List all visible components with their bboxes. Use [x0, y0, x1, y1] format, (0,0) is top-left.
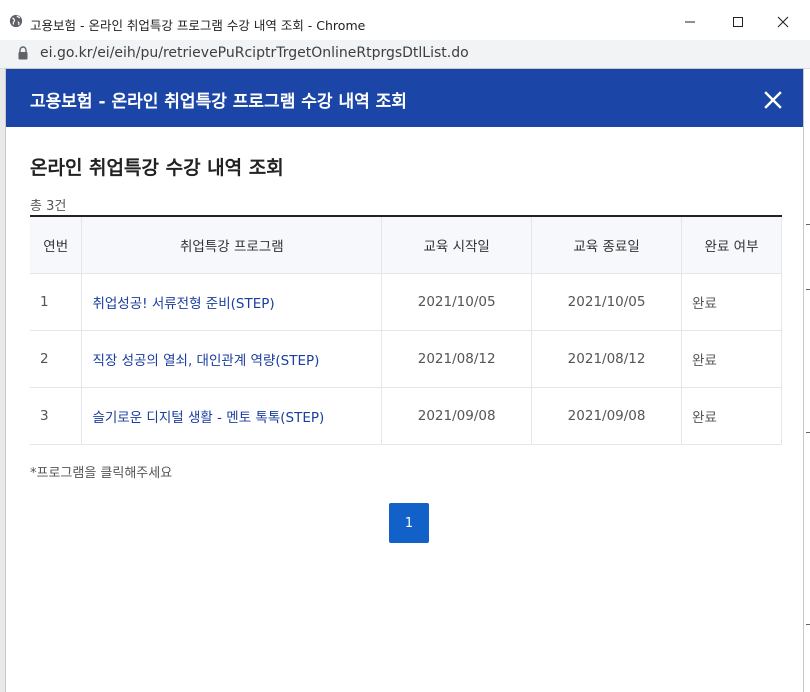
underlying-page-edge: [803, 69, 810, 692]
completion-status: 완료: [681, 273, 782, 331]
header-start-date: 교육 시작일: [381, 216, 532, 274]
header-no: 연번: [30, 216, 82, 274]
edge-mark: [806, 624, 810, 625]
url-text[interactable]: ei.go.kr/ei/eih/pu/retrievePuRciptrTrget…: [40, 45, 469, 61]
header-program: 취업특강 프로그램: [81, 216, 382, 274]
table-header-row: 연번 취업특강 프로그램 교육 시작일 교육 종료일 완료 여부: [30, 216, 782, 274]
edge-mark: [806, 289, 810, 290]
program-cell: 취업성공! 서류전형 준비(STEP): [81, 273, 382, 331]
start-date: 2021/10/05: [381, 273, 532, 331]
enrollment-table: 연번 취업특강 프로그램 교육 시작일 교육 종료일 완료 여부 1 취업성공!…: [30, 215, 782, 445]
window-close-button[interactable]: [769, 10, 797, 34]
browser-titlebar: 고용보험 - 온라인 취업특강 프로그램 수강 내역 조회 - Chrome: [0, 0, 810, 40]
program-cell: 직장 성공의 열쇠, 대인관계 역량(STEP): [81, 330, 382, 388]
edge-mark: [806, 224, 810, 225]
globe-icon: [9, 14, 23, 28]
end-date: 2021/10/05: [531, 273, 682, 331]
row-number: 1: [30, 273, 82, 331]
maximize-icon: [733, 17, 743, 27]
lock-icon: [18, 46, 28, 60]
row-number: 3: [30, 387, 82, 445]
close-icon: [777, 16, 789, 28]
hint-text: *프로그램을 클릭해주세요: [30, 466, 173, 481]
minimize-button[interactable]: [676, 10, 704, 34]
header-end-date: 교육 종료일: [531, 216, 682, 274]
minimize-icon: [685, 21, 695, 23]
program-cell: 슬기로운 디지털 생활 - 멘토 톡톡(STEP): [81, 387, 382, 445]
program-link[interactable]: 취업성공! 서류전형 준비(STEP): [92, 296, 274, 312]
close-icon[interactable]: [762, 89, 784, 111]
address-bar[interactable]: ei.go.kr/ei/eih/pu/retrievePuRciptrTrget…: [0, 40, 810, 69]
header-status: 완료 여부: [681, 216, 782, 274]
table-row: 3 슬기로운 디지털 생활 - 멘토 톡톡(STEP) 2021/09/08 2…: [30, 387, 782, 445]
start-date: 2021/09/08: [381, 387, 532, 445]
program-link[interactable]: 직장 성공의 열쇠, 대인관계 역량(STEP): [92, 353, 319, 369]
modal-header: 고용보험 - 온라인 취업특강 프로그램 수강 내역 조회: [6, 69, 803, 127]
modal-title: 고용보험 - 온라인 취업특강 프로그램 수강 내역 조회: [30, 92, 407, 112]
window-title: 고용보험 - 온라인 취업특강 프로그램 수강 내역 조회 - Chrome: [30, 18, 366, 33]
completion-status: 완료: [681, 387, 782, 445]
section-title: 온라인 취업특강 수강 내역 조회: [30, 157, 284, 179]
start-date: 2021/08/12: [381, 330, 532, 388]
table-row: 2 직장 성공의 열쇠, 대인관계 역량(STEP) 2021/08/12 20…: [30, 330, 782, 388]
end-date: 2021/09/08: [531, 387, 682, 445]
edge-mark: [806, 432, 810, 433]
total-count: 총 3건: [30, 199, 67, 214]
program-link[interactable]: 슬기로운 디지털 생활 - 멘토 톡톡(STEP): [92, 410, 324, 426]
maximize-button[interactable]: [724, 10, 752, 34]
page-button-1[interactable]: 1: [389, 503, 429, 543]
modal-dialog: 고용보험 - 온라인 취업특강 프로그램 수강 내역 조회 온라인 취업특강 수…: [6, 69, 803, 692]
table-row: 1 취업성공! 서류전형 준비(STEP) 2021/10/05 2021/10…: [30, 273, 782, 331]
end-date: 2021/08/12: [531, 330, 682, 388]
completion-status: 완료: [681, 330, 782, 388]
row-number: 2: [30, 330, 82, 388]
